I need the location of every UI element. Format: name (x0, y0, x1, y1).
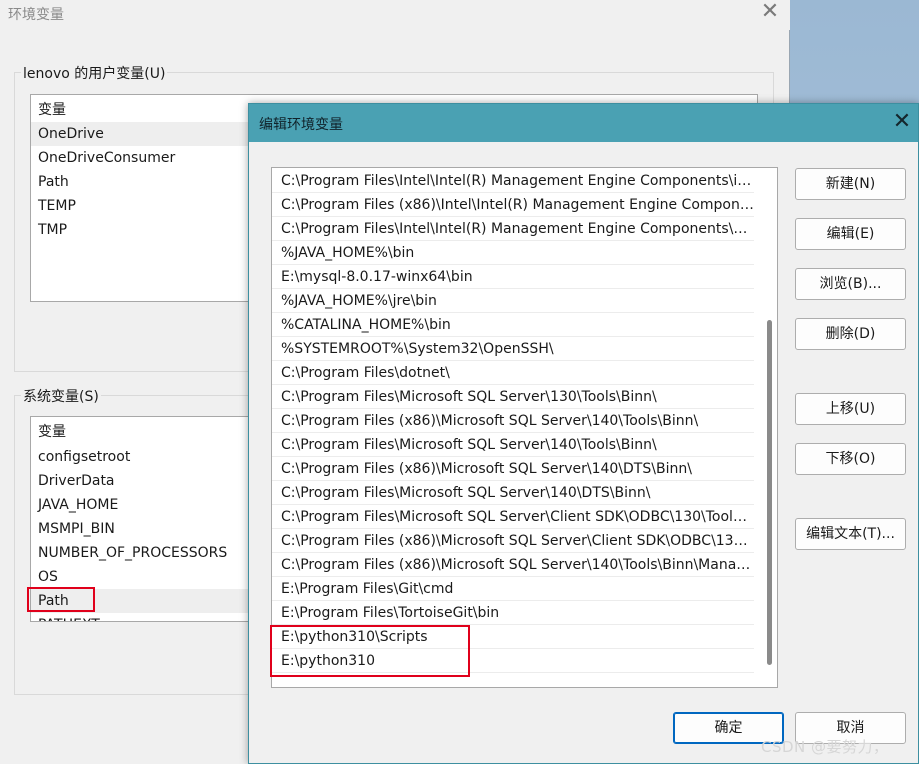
path-entry[interactable]: %SYSTEMROOT%\System32\OpenSSH\ (272, 337, 754, 361)
edit-environment-variable-dialog: 编辑环境变量 ✕ C:\Program Files\Intel\Intel(R)… (248, 103, 919, 764)
edit-text-button[interactable]: 编辑文本(T)... (795, 518, 906, 550)
delete-button[interactable]: 删除(D) (795, 318, 906, 350)
path-entry[interactable]: C:\Program Files\Intel\Intel(R) Manageme… (272, 217, 754, 241)
annotation-highlight-python-paths (270, 625, 470, 677)
path-entry[interactable]: C:\Program Files\Microsoft SQL Server\Cl… (272, 505, 754, 529)
dialog-title: 编辑环境变量 (259, 117, 343, 133)
path-entry[interactable]: C:\Program Files\Microsoft SQL Server\14… (272, 433, 754, 457)
browse-button[interactable]: 浏览(B)... (795, 268, 906, 300)
path-entry[interactable]: C:\Program Files (x86)\Microsoft SQL Ser… (272, 409, 754, 433)
user-variables-label: lenovo 的用户变量(U) (21, 63, 168, 83)
annotation-highlight-path (27, 587, 95, 612)
path-entry[interactable]: C:\Program Files (x86)\Microsoft SQL Ser… (272, 457, 754, 481)
path-entry[interactable]: E:\Program Files\TortoiseGit\bin (272, 601, 754, 625)
path-entry[interactable]: C:\Program Files\Intel\Intel(R) Manageme… (272, 169, 754, 193)
path-entry[interactable]: E:\mysql-8.0.17-winx64\bin (272, 265, 754, 289)
path-entries-list[interactable]: C:\Program Files\Intel\Intel(R) Manageme… (271, 167, 778, 688)
new-button[interactable]: 新建(N) (795, 168, 906, 200)
move-down-button[interactable]: 下移(O) (795, 443, 906, 475)
path-entry[interactable]: C:\Program Files\dotnet\ (272, 361, 754, 385)
path-entry[interactable]: C:\Program Files (x86)\Microsoft SQL Ser… (272, 529, 754, 553)
system-variables-label: 系统变量(S) (21, 386, 101, 406)
scrollbar-thumb[interactable] (767, 320, 772, 665)
path-entry[interactable]: %CATALINA_HOME%\bin (272, 313, 754, 337)
edit-button[interactable]: 编辑(E) (795, 218, 906, 250)
path-entry[interactable]: C:\Program Files (x86)\Microsoft SQL Ser… (272, 553, 754, 577)
move-up-button[interactable]: 上移(U) (795, 393, 906, 425)
dialog-close-icon[interactable]: ✕ (889, 110, 915, 136)
bg-title-bar: 环境变量 ✕ (0, 0, 790, 30)
vertical-scrollbar[interactable] (761, 168, 777, 687)
path-entry[interactable]: C:\Program Files\Microsoft SQL Server\13… (272, 385, 754, 409)
dialog-title-bar: 编辑环境变量 ✕ (249, 104, 918, 142)
path-entry[interactable]: E:\Program Files\Git\cmd (272, 577, 754, 601)
path-entry[interactable]: C:\Program Files (x86)\Intel\Intel(R) Ma… (272, 193, 754, 217)
bg-close-icon[interactable]: ✕ (756, 1, 784, 25)
csdn-watermark: CSDN @要努力， (761, 738, 889, 756)
path-entry[interactable]: %JAVA_HOME%\bin (272, 241, 754, 265)
bg-window-title: 环境变量 (8, 7, 64, 23)
path-entry[interactable]: %JAVA_HOME%\jre\bin (272, 289, 754, 313)
path-entry[interactable]: C:\Program Files\Microsoft SQL Server\14… (272, 481, 754, 505)
